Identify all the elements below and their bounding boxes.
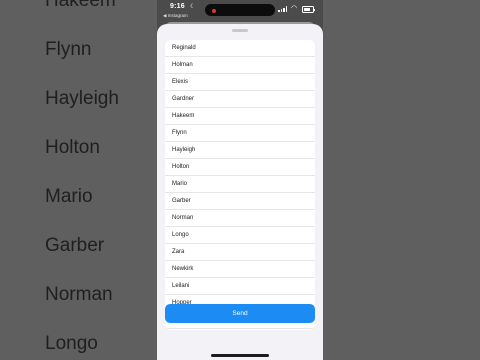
sheet-grabber-handle[interactable] [232,29,248,32]
name-list-item[interactable]: Elexis [165,74,315,91]
cellular-signal-icon [278,6,288,12]
background-list-item: Hakeem [45,0,116,11]
send-button[interactable]: Send [165,304,315,323]
background-name-list: Hakeem Flynn Hayleigh Holton Mario Garber Norm… [45,0,155,360]
name-list-item[interactable]: Longo [165,227,315,244]
name-list-item[interactable]: Gardner [165,91,315,108]
name-list-item[interactable]: Garber [165,193,315,210]
name-list-item[interactable]: Holton [165,159,315,176]
recording-indicator-icon [212,9,216,13]
screen: Hakeem Flynn Hayleigh Holton Mario Garber Norm… [0,0,480,360]
status-time: 9:16 [170,3,185,10]
name-list-item[interactable]: Flynn [165,125,315,142]
name-picker-list[interactable]: Reginald Holman Elexis Gardner Hakeem Flynn Ha… [165,40,315,330]
back-to-app-link[interactable]: ◀ Instagram [163,13,188,19]
battery-icon [302,6,315,13]
name-list-item[interactable]: Holman [165,57,315,74]
phone-screen: 9:16 ☾ ◀ Instagram ◠ Reginald Holman Elexi… [157,0,323,360]
name-list-item[interactable]: Reginald [165,40,315,57]
moon-icon: ☾ [190,4,196,10]
home-indicator[interactable] [211,354,269,357]
name-list-item[interactable]: Newkirk [165,261,315,278]
background-list-item: Holton [45,137,100,158]
background-list-item: Flynn [45,39,92,60]
name-list-item[interactable]: Leilani [165,278,315,295]
background-list-item: Hayleigh [45,88,119,109]
background-list-item: Longo [45,333,98,354]
background-list-item: Norman [45,284,113,305]
name-list-item[interactable]: Hayleigh [165,142,315,159]
name-list-item[interactable]: Zara [165,244,315,261]
background-list-item: Mario [45,186,93,207]
name-list-item[interactable]: Hakeem [165,108,315,125]
background-list-item: Garber [45,235,105,256]
right-dim-area [323,0,480,360]
name-list-item[interactable]: Mario [165,176,315,193]
wifi-icon: ◠ [291,5,298,12]
name-list-item[interactable]: Norman [165,210,315,227]
status-bar: 9:16 ☾ ◀ Instagram ◠ [157,0,323,22]
